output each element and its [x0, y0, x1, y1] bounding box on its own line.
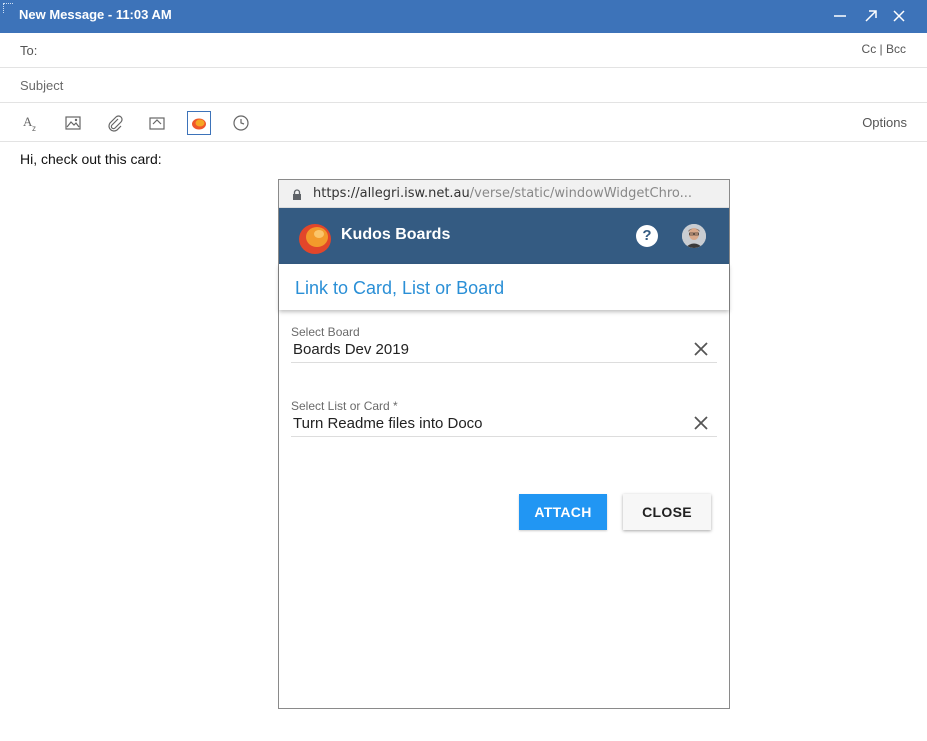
- clock-icon[interactable]: [229, 111, 253, 135]
- url-bar: https://allegri.isw.net.au/verse/static/…: [279, 180, 729, 208]
- select-board-label: Select Board: [291, 325, 360, 339]
- avatar[interactable]: [682, 224, 706, 248]
- url-text: https://allegri.isw.net.au/verse/static/…: [313, 186, 713, 201]
- image-icon[interactable]: [61, 111, 85, 135]
- window-title: New Message - 11:03 AM: [19, 7, 172, 22]
- subject-row[interactable]: Subject: [0, 68, 927, 103]
- to-label: To:: [20, 43, 38, 58]
- link-icon[interactable]: [145, 111, 169, 135]
- attach-button[interactable]: ATTACH: [519, 494, 607, 530]
- close-window-icon[interactable]: [890, 7, 908, 25]
- select-list-value[interactable]: Turn Readme files into Doco: [293, 415, 483, 432]
- app-header: Kudos Boards ?: [279, 208, 729, 264]
- drag-grip-icon[interactable]: [3, 3, 13, 13]
- clear-board-icon[interactable]: [693, 341, 709, 357]
- select-board-value[interactable]: Boards Dev 2019: [293, 341, 409, 358]
- to-row[interactable]: To: Cc | Bcc: [0, 33, 927, 68]
- options-button[interactable]: Options: [862, 115, 907, 130]
- field-underline: [291, 436, 717, 437]
- svg-text:z: z: [32, 124, 36, 132]
- text-format-icon[interactable]: Az: [19, 111, 43, 135]
- clear-list-icon[interactable]: [693, 415, 709, 431]
- kudos-boards-icon[interactable]: [187, 111, 211, 135]
- url-host: https://allegri.isw.net.au: [313, 186, 470, 201]
- select-board-field[interactable]: Select Board Boards Dev 2019: [291, 325, 717, 363]
- window-titlebar: New Message - 11:03 AM: [0, 0, 927, 33]
- message-body-text[interactable]: Hi, check out this card:: [20, 151, 162, 167]
- minimize-icon[interactable]: [831, 7, 849, 25]
- kudos-logo-icon: [296, 218, 334, 256]
- cc-bcc-link[interactable]: Cc | Bcc: [862, 42, 906, 56]
- attachment-icon[interactable]: [103, 111, 127, 135]
- app-name: Kudos Boards: [341, 226, 451, 243]
- field-underline: [291, 362, 717, 363]
- panel-title: Link to Card, List or Board: [295, 278, 505, 298]
- lock-icon: [291, 188, 303, 200]
- url-path: /verse/static/windowWidgetChro...: [469, 186, 693, 201]
- select-list-field[interactable]: Select List or Card * Turn Readme files …: [291, 399, 717, 437]
- kudos-popup-window: https://allegri.isw.net.au/verse/static/…: [278, 179, 730, 709]
- compose-toolbar: Az Options: [0, 103, 927, 142]
- popout-icon[interactable]: [862, 7, 880, 25]
- select-list-label: Select List or Card *: [291, 399, 398, 413]
- subject-placeholder: Subject: [20, 78, 64, 93]
- panel-header: Link to Card, List or Board: [279, 264, 729, 310]
- help-icon[interactable]: ?: [636, 225, 658, 247]
- close-button[interactable]: CLOSE: [623, 494, 711, 530]
